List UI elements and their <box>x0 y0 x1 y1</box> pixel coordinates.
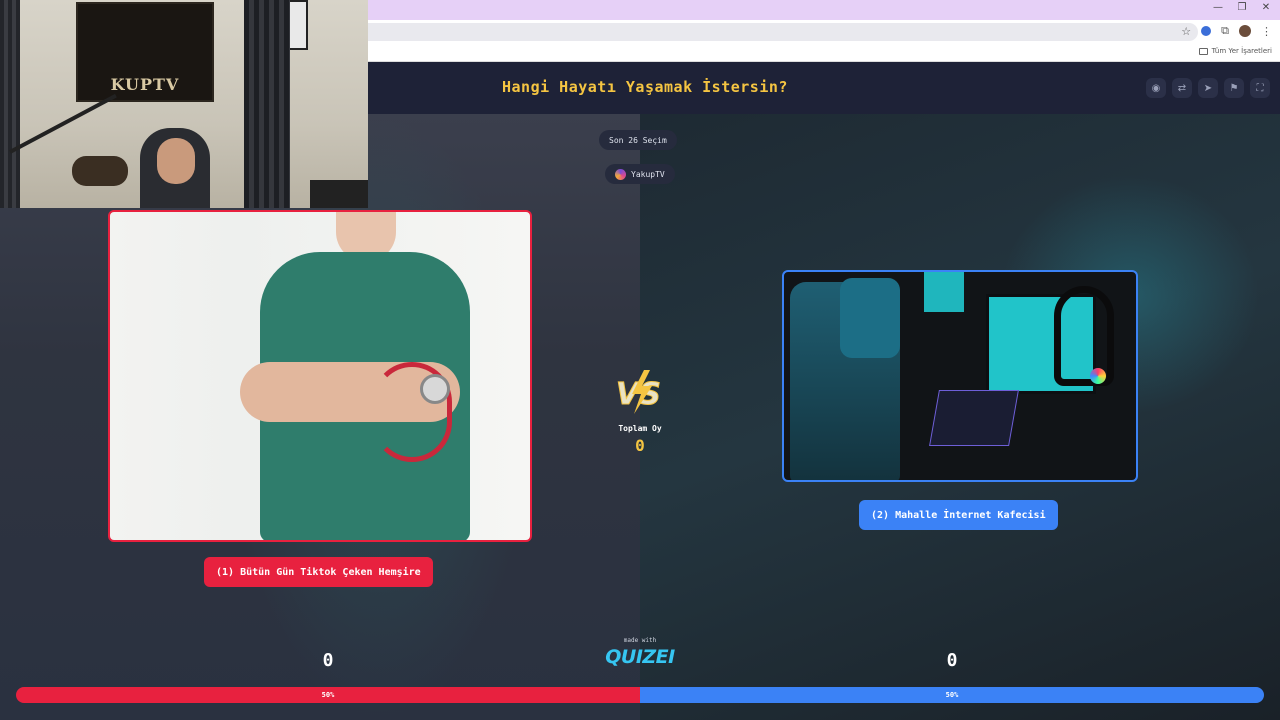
keyboard <box>929 390 1019 446</box>
bookmarks-bar: Tüm Yer İşaretleri <box>368 44 1280 62</box>
recent-choices-label: Son 26 Seçim <box>609 135 667 145</box>
flag-icon[interactable]: ⚑ <box>1224 78 1244 98</box>
star-icon[interactable]: ☆ <box>1181 25 1191 38</box>
browser-tab-strip: — ❐ ✕ <box>368 0 1280 20</box>
browser-toolbar: ☆ ⧉ ⋮ <box>1181 24 1272 38</box>
webcam-overlay: KUPTV <box>0 0 368 208</box>
option-1-percent: 50% <box>321 691 335 699</box>
streamer-name: YakupTV <box>631 169 665 179</box>
streamer-pill: YakupTV <box>605 164 675 184</box>
streamer-avatar <box>615 168 626 180</box>
gaming-chair <box>310 180 368 208</box>
total-votes-value: 0 <box>635 436 645 455</box>
extension-icon[interactable] <box>1201 26 1212 36</box>
mic-arm <box>9 93 117 154</box>
restore-icon[interactable]: ❐ <box>1236 2 1248 13</box>
poster-text: KUPTV <box>110 75 180 94</box>
headset <box>1054 286 1114 386</box>
minimize-icon[interactable]: — <box>1212 2 1224 13</box>
option-2-percent: 50% <box>945 691 959 699</box>
stethoscope-bell <box>420 374 450 404</box>
microphone <box>72 156 128 186</box>
profile-avatar[interactable] <box>1239 25 1251 37</box>
total-votes-label: Toplam Oy <box>618 424 662 433</box>
url-bar[interactable] <box>368 23 1198 41</box>
option-2-image[interactable] <box>782 270 1138 482</box>
quizei-logo[interactable]: QUIZEI <box>600 646 680 668</box>
folder-icon <box>1198 47 1208 55</box>
back-monitor <box>924 272 964 312</box>
wall-poster: KUPTV <box>76 2 214 102</box>
page-title: Hangi Hayatı Yaşamak İstersin? <box>502 78 788 96</box>
all-bookmarks[interactable]: Tüm Yer İşaretleri <box>1198 47 1272 55</box>
all-bookmarks-label: Tüm Yer İşaretleri <box>1211 47 1272 55</box>
option-1-image[interactable] <box>108 210 532 542</box>
option-2-vote-count: 0 <box>946 650 958 671</box>
option-2-label[interactable]: (2) Mahalle İnternet Kafecisi <box>859 500 1058 530</box>
share-icon[interactable]: ⇄ <box>1172 78 1192 98</box>
streamer-head <box>157 138 195 184</box>
second-chair <box>840 278 900 358</box>
address-row: ☆ ⧉ ⋮ <box>368 20 1280 44</box>
option-1-progress: 50% <box>16 687 640 703</box>
option-1-label[interactable]: (1) Bütün Gün Tiktok Çeken Hemşire <box>204 557 433 587</box>
send-icon[interactable]: ➤ <box>1198 78 1218 98</box>
header-actions: ◉ ⇄ ➤ ⚑ ⛶ <box>1146 78 1270 98</box>
curtain <box>0 0 20 208</box>
option-2-progress: 50% <box>640 687 1264 703</box>
vote-progress-bar: 50% 50% <box>16 687 1264 703</box>
app-header: Hangi Hayatı Yaşamak İstersin? ◉ ⇄ ➤ ⚑ ⛶ <box>368 62 1280 114</box>
puzzle-icon[interactable]: ⧉ <box>1221 24 1229 38</box>
made-with-label: made with <box>623 637 657 644</box>
rgb-light <box>1090 368 1106 384</box>
recent-choices-pill: Son 26 Seçim <box>599 130 677 150</box>
fullscreen-icon[interactable]: ⛶ <box>1250 78 1270 98</box>
close-icon[interactable]: ✕ <box>1260 2 1272 13</box>
window-controls: — ❐ ✕ <box>1212 2 1272 13</box>
eye-icon[interactable]: ◉ <box>1146 78 1166 98</box>
menu-icon[interactable]: ⋮ <box>1261 25 1272 38</box>
vs-logo: VS <box>616 370 661 414</box>
acoustic-panel <box>244 0 290 208</box>
option-1-vote-count: 0 <box>322 650 334 671</box>
